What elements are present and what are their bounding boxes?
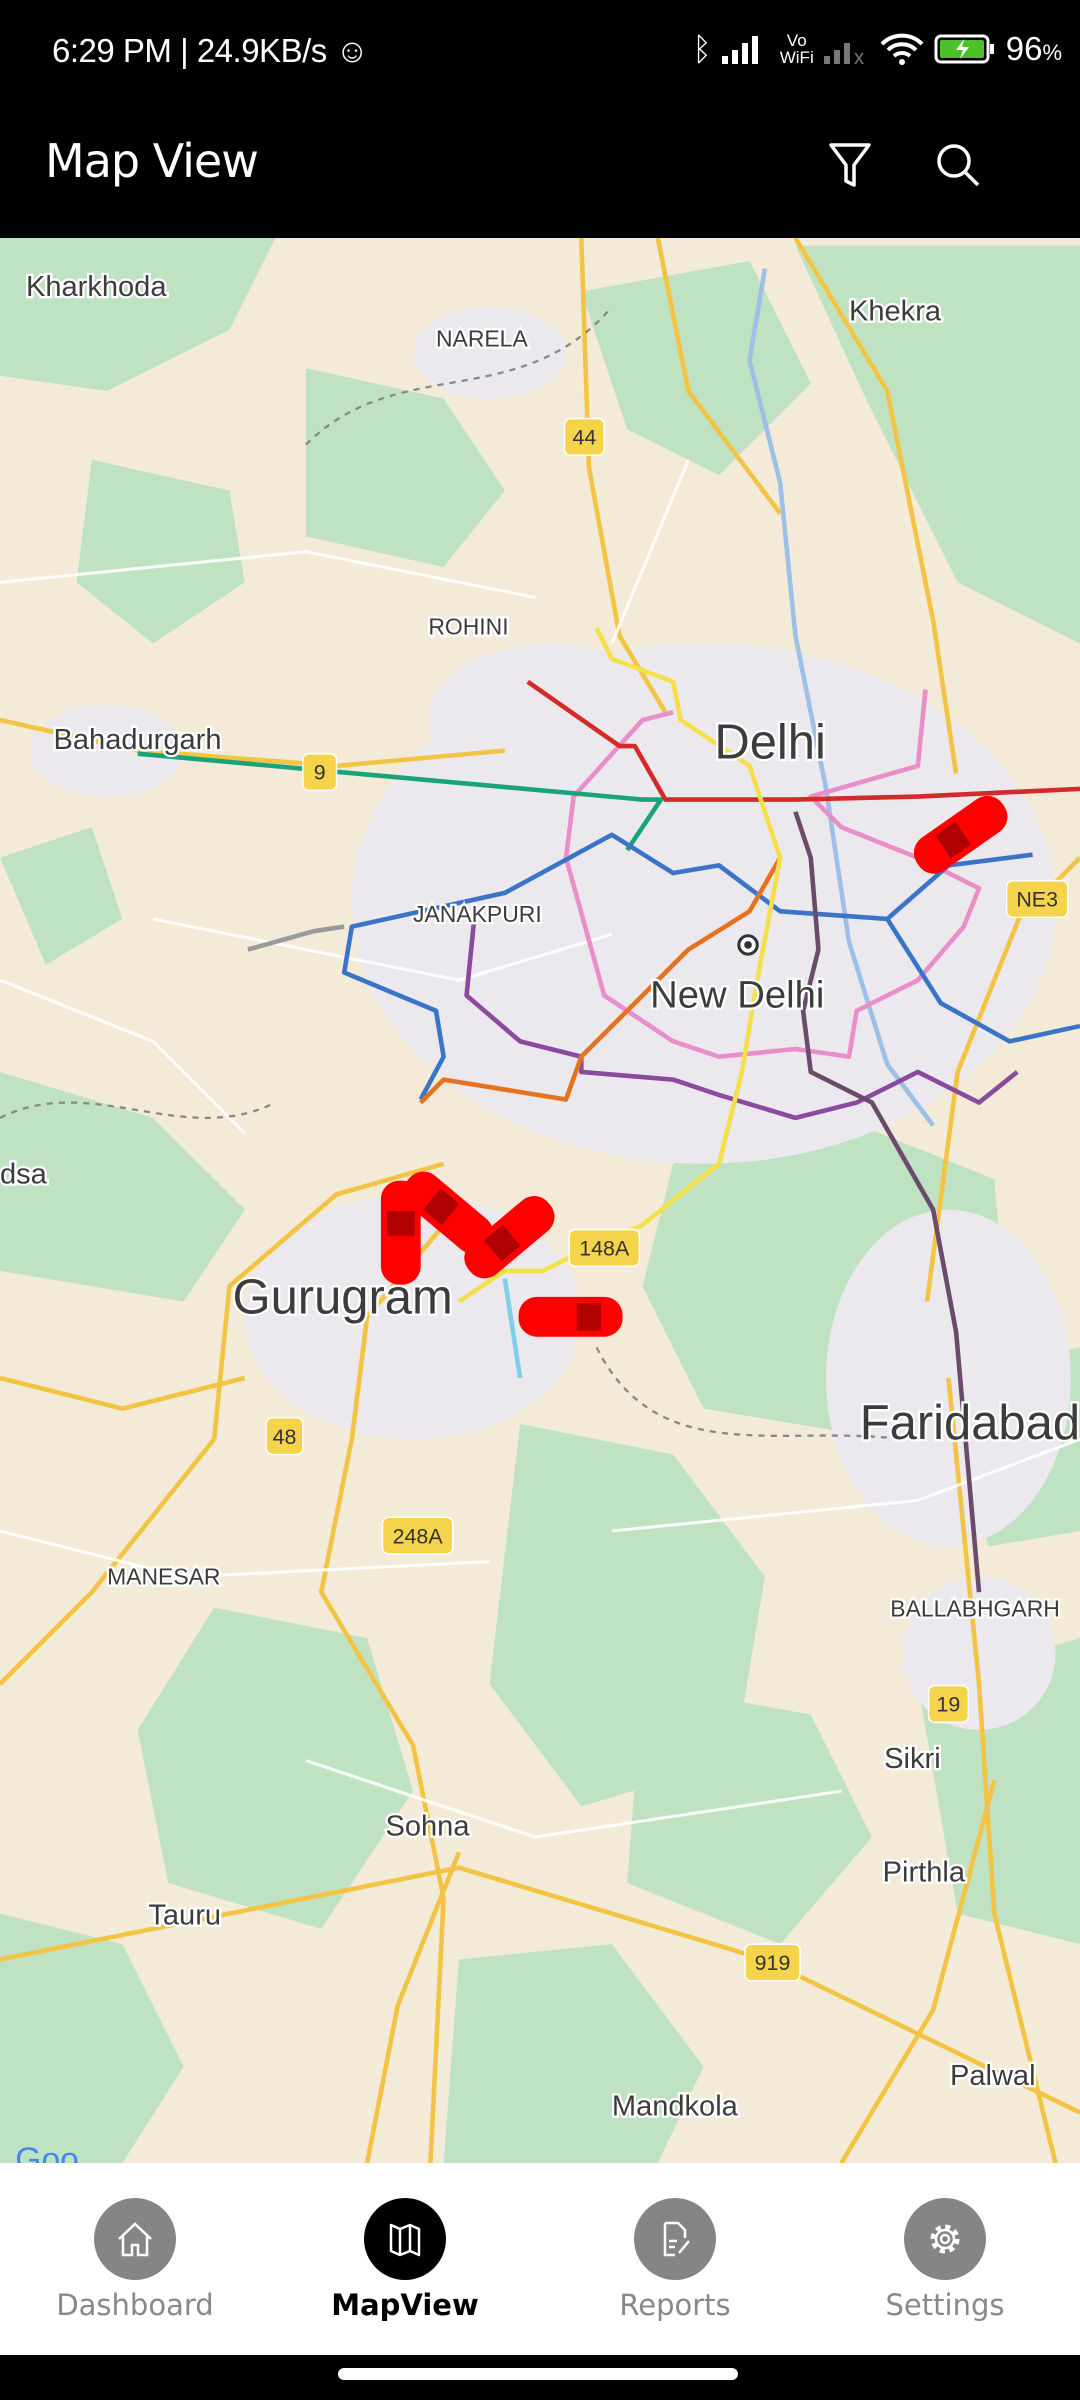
svg-text:9: 9 xyxy=(314,761,326,785)
clock: 6:29 PM xyxy=(52,32,172,69)
bottom-navigation: Dashboard MapView Reports Settings xyxy=(0,2163,1080,2355)
nav-label: MapView xyxy=(331,2288,479,2322)
status-bar: 6:29 PM | 24.9KB/s ☺ ᛒ Vo WiFi x 96% xyxy=(0,0,1080,100)
nav-settings[interactable]: Settings xyxy=(810,2163,1080,2355)
svg-text:Kharkhoda: Kharkhoda xyxy=(26,271,167,303)
app-bar: Map View xyxy=(0,100,1080,238)
nav-dashboard[interactable]: Dashboard xyxy=(0,2163,270,2355)
battery-percent: 96% xyxy=(1005,30,1062,67)
svg-text:Mandkola: Mandkola xyxy=(612,2091,739,2123)
svg-text:x: x xyxy=(854,47,864,64)
svg-text:48: 48 xyxy=(273,1425,297,1449)
svg-text:Tauru: Tauru xyxy=(148,1899,221,1931)
vehicle-marker-car-icon[interactable] xyxy=(380,1180,421,1285)
road-shield: 919 xyxy=(744,1943,801,1982)
page-title: Map View xyxy=(45,134,259,188)
bluetooth-icon: ᛒ xyxy=(692,30,712,67)
road-shield: 148A xyxy=(568,1228,641,1268)
vowifi-icon: Vo WiFi xyxy=(779,31,814,67)
svg-text:dsa: dsa xyxy=(0,1159,48,1191)
nav-mapview[interactable]: MapView xyxy=(270,2163,540,2355)
svg-text:MANESAR: MANESAR xyxy=(107,1564,220,1590)
vehicle-marker-car-icon[interactable] xyxy=(518,1296,623,1337)
network-speed: 24.9KB/s xyxy=(196,32,327,69)
svg-text:44: 44 xyxy=(572,426,596,450)
road-shield: 44 xyxy=(563,417,606,457)
search-button[interactable] xyxy=(923,130,993,200)
svg-text:19: 19 xyxy=(937,1693,961,1717)
road-shield: NE3 xyxy=(1005,879,1069,919)
map-view[interactable]: Kharkhoda NARELA Khekra ROHINI Bahadurga… xyxy=(0,238,1080,2163)
nav-label: Settings xyxy=(885,2288,1005,2322)
svg-text:148A: 148A xyxy=(579,1237,630,1261)
nav-label: Reports xyxy=(619,2288,731,2322)
road-shield: 19 xyxy=(927,1684,970,1724)
road-shield: 9 xyxy=(302,752,338,792)
svg-text:Gurugram: Gurugram xyxy=(233,1271,453,1325)
svg-text:NARELA: NARELA xyxy=(436,326,528,352)
svg-text:BALLABHGARH: BALLABHGARH xyxy=(890,1596,1060,1622)
search-icon xyxy=(937,144,980,187)
status-right: ᛒ Vo WiFi x 96% xyxy=(693,30,1062,68)
road-shield: 48 xyxy=(265,1417,304,1456)
nav-label: Dashboard xyxy=(56,2288,214,2322)
svg-text:Bahadurgarh: Bahadurgarh xyxy=(54,724,222,756)
svg-text:New Delhi: New Delhi xyxy=(650,974,824,1017)
svg-text:Pirthla: Pirthla xyxy=(883,1856,966,1888)
svg-text:JANAKPURI: JANAKPURI xyxy=(413,901,542,927)
map-icon xyxy=(364,2198,446,2280)
gesture-bar xyxy=(0,2355,1080,2400)
google-logo: Goo xyxy=(15,2142,79,2163)
road-shield: 248A xyxy=(381,1516,454,1555)
svg-text:Khekra: Khekra xyxy=(849,296,942,328)
filter-button[interactable] xyxy=(815,130,885,200)
svg-text:Sikri: Sikri xyxy=(884,1743,940,1775)
home-indicator[interactable] xyxy=(338,2368,738,2380)
svg-text:Sohna: Sohna xyxy=(385,1811,470,1843)
notification-icon: ☺ xyxy=(335,32,369,69)
signal-icon xyxy=(721,36,758,64)
svg-text:Delhi: Delhi xyxy=(714,715,826,769)
svg-text:919: 919 xyxy=(755,1951,791,1975)
svg-text:ROHINI: ROHINI xyxy=(428,613,508,639)
svg-text:248A: 248A xyxy=(393,1524,444,1548)
svg-text:Faridabad: Faridabad xyxy=(860,1396,1080,1450)
status-left: 6:29 PM | 24.9KB/s ☺ xyxy=(52,32,369,69)
svg-text:NE3: NE3 xyxy=(1016,888,1058,912)
signal-no-service-icon: x xyxy=(823,43,864,64)
battery-charging-icon xyxy=(934,34,994,64)
svg-text:Palwal: Palwal xyxy=(950,2060,1036,2092)
gear-icon xyxy=(904,2198,986,2280)
nav-reports[interactable]: Reports xyxy=(540,2163,810,2355)
report-icon xyxy=(634,2198,716,2280)
wifi-icon xyxy=(880,33,924,65)
filter-icon xyxy=(829,143,871,187)
home-icon xyxy=(94,2198,176,2280)
